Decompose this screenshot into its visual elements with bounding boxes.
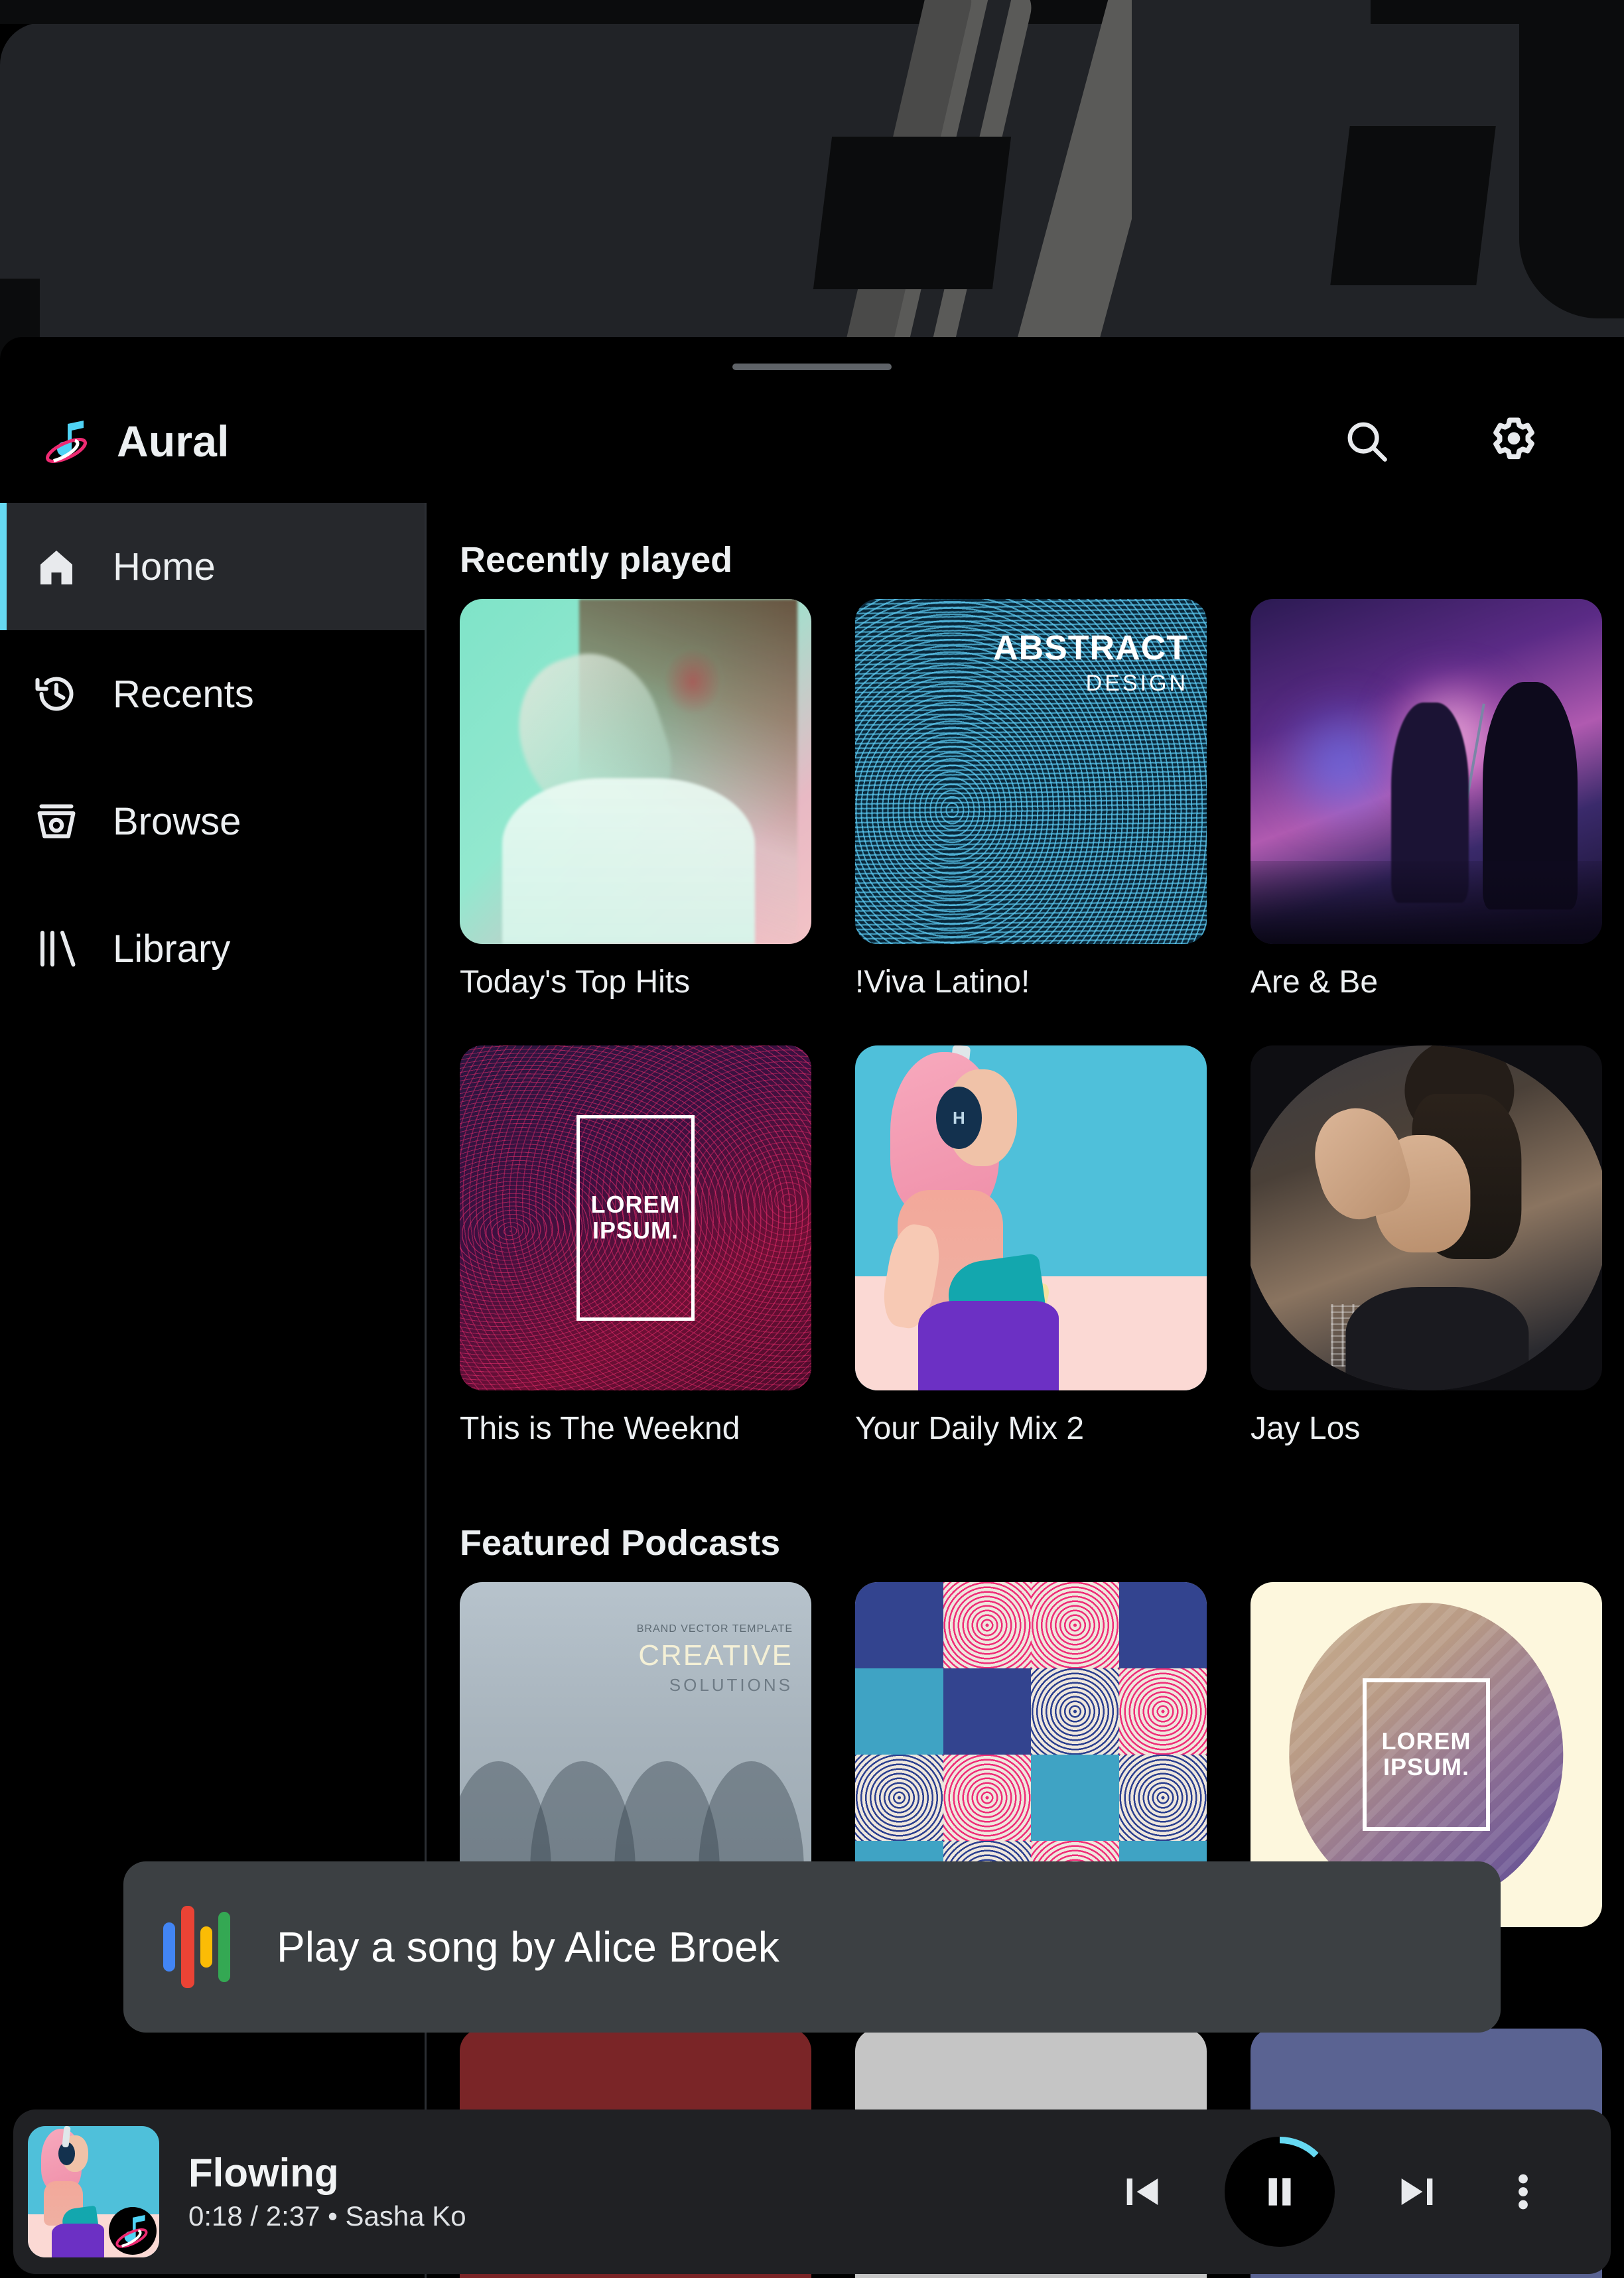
- sidebar-item-label: Browse: [113, 799, 241, 843]
- media-card[interactable]: Today's Top Hits: [460, 599, 811, 1000]
- recently-played-row-2: LOREM IPSUM. This is The Weeknd H Your D…: [460, 1045, 1602, 1447]
- media-card-label: This is The Weeknd: [460, 1411, 740, 1446]
- podcast-art-caption: LOREM IPSUM.: [1381, 1727, 1471, 1780]
- play-pause-button[interactable]: [1225, 2137, 1335, 2247]
- section-title-recently-played: Recently played: [460, 540, 733, 580]
- wallpaper-shape-a: [813, 137, 1012, 289]
- player-transport-controls: [1116, 2137, 1547, 2247]
- album-art-caption-line2: DESIGN: [1085, 671, 1188, 696]
- media-card-label: !Viva Latino!: [855, 965, 1030, 1000]
- now-playing-title: Flowing: [188, 2151, 339, 2195]
- search-icon[interactable]: [1339, 413, 1394, 469]
- previous-track-button[interactable]: [1116, 2165, 1169, 2218]
- album-art-lorem-box: LOREM IPSUM.: [576, 1115, 695, 1321]
- album-art-jay-los[interactable]: [1251, 1045, 1602, 1390]
- podcast-art-lorem-box: LOREM IPSUM.: [1363, 1678, 1490, 1831]
- sidebar-item-label: Home: [113, 545, 216, 588]
- sidebar-item-recents[interactable]: Recents: [0, 630, 425, 758]
- assistant-overlay[interactable]: Play a song by Alice Broek: [123, 1861, 1501, 2033]
- wallpaper-shape-b: [1330, 126, 1496, 285]
- assistant-dot-yellow: [200, 1926, 212, 1968]
- music-note-planet-icon: [41, 415, 94, 468]
- media-card[interactable]: Are & Be: [1251, 599, 1602, 1000]
- album-art-todays-top-hits[interactable]: [460, 599, 811, 944]
- app-top-bar: Aural: [0, 379, 1624, 503]
- next-track-button[interactable]: [1390, 2165, 1444, 2218]
- now-playing-subtitle: 0:18 / 2:37 • Sasha Ko: [188, 2200, 466, 2232]
- sidebar-item-home[interactable]: Home: [0, 503, 425, 630]
- assistant-dot-blue: [163, 1922, 175, 1972]
- app-bar-actions: [1339, 413, 1542, 469]
- now-playing-meta: Flowing 0:18 / 2:37 • Sasha Ko: [188, 2153, 466, 2230]
- app-title: Aural: [117, 417, 230, 466]
- wallpaper-top-edge: [0, 0, 1624, 24]
- podcast-art-caption-line2: SOLUTIONS: [669, 1675, 793, 1695]
- sidebar-item-label: Recents: [113, 672, 254, 716]
- media-card[interactable]: Jay Los: [1251, 1045, 1602, 1447]
- album-art-caption-line1: ABSTRACT: [993, 629, 1188, 667]
- media-card-label: Are & Be: [1251, 965, 1379, 1000]
- media-card-label: Your Daily Mix 2: [855, 1411, 1085, 1446]
- home-icon: [28, 543, 85, 590]
- window-drag-handle[interactable]: [732, 364, 892, 370]
- section-title-featured-podcasts: Featured Podcasts: [460, 1523, 781, 1563]
- history-icon: [28, 670, 85, 718]
- podcast-art-caption-line1: CREATIVE: [638, 1639, 793, 1672]
- library-icon: [28, 925, 85, 972]
- media-card[interactable]: LOREM IPSUM. This is The Weeknd: [460, 1045, 811, 1447]
- sidebar-item-library[interactable]: Library: [0, 885, 425, 1012]
- media-card[interactable]: H Your Daily Mix 2: [855, 1045, 1207, 1447]
- album-art-your-daily-mix-2[interactable]: H: [855, 1045, 1207, 1390]
- google-assistant-icon: [163, 1906, 230, 1988]
- podcast-art-caption: BRAND VECTOR TEMPLATE CREATIVE SOLUTIONS: [637, 1623, 793, 1696]
- wallpaper-shape-c: [1519, 0, 1624, 318]
- assistant-query-text: Play a song by Alice Broek: [277, 1923, 779, 1971]
- sidebar-item-label: Library: [113, 927, 231, 971]
- recently-played-row-1: Today's Top Hits ABSTRACT DESIGN !Viva L…: [460, 599, 1602, 1000]
- playback-progress-ring: [1279, 2137, 1319, 2158]
- more-options-button[interactable]: [1499, 2168, 1547, 2216]
- album-art-caption: ABSTRACT DESIGN: [993, 631, 1188, 697]
- assistant-dot-red: [181, 1906, 194, 1988]
- media-card[interactable]: ABSTRACT DESIGN !Viva Latino!: [855, 599, 1207, 1000]
- gear-icon[interactable]: [1486, 413, 1542, 469]
- assistant-dot-green: [218, 1912, 230, 1982]
- app-brand: Aural: [41, 415, 230, 468]
- sidebar-item-browse[interactable]: Browse: [0, 758, 425, 885]
- aural-app-badge-icon: [109, 2207, 157, 2255]
- album-art-are-and-be[interactable]: [1251, 599, 1602, 944]
- media-card-label: Jay Los: [1251, 1411, 1361, 1446]
- browse-icon: [28, 797, 85, 845]
- media-player-bar: Flowing 0:18 / 2:37 • Sasha Ko: [13, 2110, 1611, 2274]
- now-playing-artwork[interactable]: [28, 2126, 159, 2257]
- podcast-art-caption-micro: BRAND VECTOR TEMPLATE: [636, 1623, 793, 1635]
- album-art-this-is-the-weeknd[interactable]: LOREM IPSUM.: [460, 1045, 811, 1390]
- media-card-label: Today's Top Hits: [460, 965, 691, 1000]
- album-art-caption: LOREM IPSUM.: [590, 1191, 681, 1244]
- album-art-viva-latino[interactable]: ABSTRACT DESIGN: [855, 599, 1207, 944]
